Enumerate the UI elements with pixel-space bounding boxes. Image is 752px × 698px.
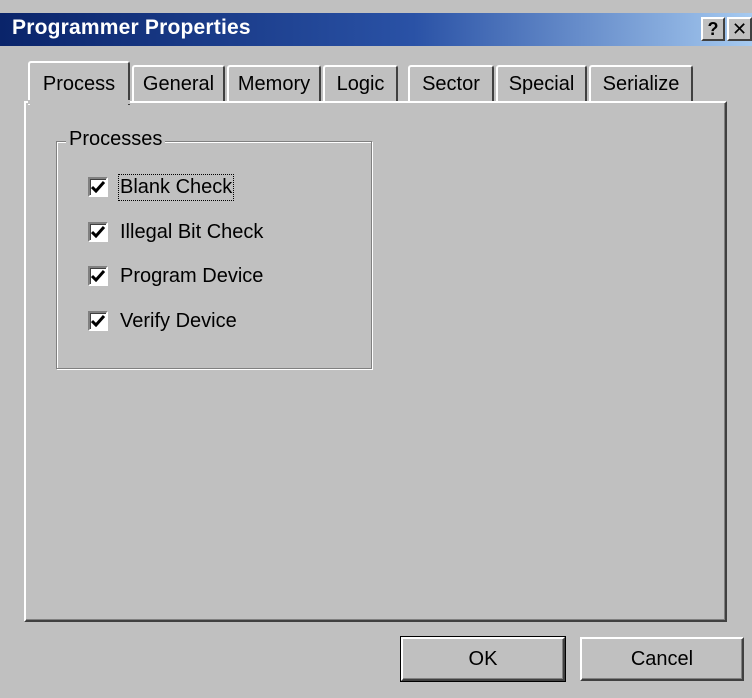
help-button[interactable]: ? xyxy=(701,17,725,41)
checkbox-box[interactable] xyxy=(88,222,108,242)
title-bar[interactable]: Programmer Properties ? ✕ xyxy=(0,13,752,46)
blank-check-checkbox[interactable]: Blank Check xyxy=(88,173,235,201)
checkmark-icon xyxy=(91,226,105,238)
ok-button[interactable]: OK xyxy=(400,636,566,682)
tab-sector-label: Sector xyxy=(422,73,480,95)
verify-device-checkbox[interactable]: Verify Device xyxy=(88,308,237,334)
illegal-bit-check-checkbox[interactable]: Illegal Bit Check xyxy=(88,219,263,245)
window-title: Programmer Properties xyxy=(12,16,251,39)
blank-check-label: Blank Check xyxy=(117,173,235,201)
processes-group-title: Processes xyxy=(66,128,166,151)
tab-special-label: Special xyxy=(508,73,575,95)
tab-general[interactable]: General xyxy=(132,65,225,102)
verify-device-label: Verify Device xyxy=(120,309,237,332)
program-device-label: Program Device xyxy=(120,264,264,287)
close-icon: ✕ xyxy=(731,19,748,39)
checkbox-box[interactable] xyxy=(88,177,108,197)
tab-general-label: General xyxy=(142,73,215,95)
tab-logic[interactable]: Logic xyxy=(323,65,398,102)
checkmark-icon xyxy=(91,315,105,327)
checkmark-icon xyxy=(91,270,105,282)
tab-memory[interactable]: Memory xyxy=(227,65,321,102)
checkmark-icon xyxy=(91,181,105,193)
illegal-bit-check-label: Illegal Bit Check xyxy=(120,220,264,243)
checkbox-box[interactable] xyxy=(88,266,108,286)
tab-logic-label: Logic xyxy=(336,73,385,95)
checkbox-box[interactable] xyxy=(88,311,108,331)
tab-process[interactable]: Process xyxy=(28,61,130,105)
active-tab-join xyxy=(28,100,130,104)
tab-serialize[interactable]: Serialize xyxy=(589,65,693,102)
help-icon: ? xyxy=(707,19,719,39)
cancel-button-label: Cancel xyxy=(630,647,694,670)
program-device-checkbox[interactable]: Program Device xyxy=(88,263,263,289)
tab-sector[interactable]: Sector xyxy=(408,65,494,102)
close-button[interactable]: ✕ xyxy=(727,17,752,41)
cancel-button[interactable]: Cancel xyxy=(580,637,744,681)
tab-serialize-label: Serialize xyxy=(602,73,680,95)
properties-dialog: Programmer Properties ? ✕ Process Genera… xyxy=(0,0,752,698)
tab-special[interactable]: Special xyxy=(496,65,587,102)
ok-button-label: OK xyxy=(468,647,498,670)
tab-process-label: Process xyxy=(42,72,116,95)
tab-memory-label: Memory xyxy=(237,73,311,95)
